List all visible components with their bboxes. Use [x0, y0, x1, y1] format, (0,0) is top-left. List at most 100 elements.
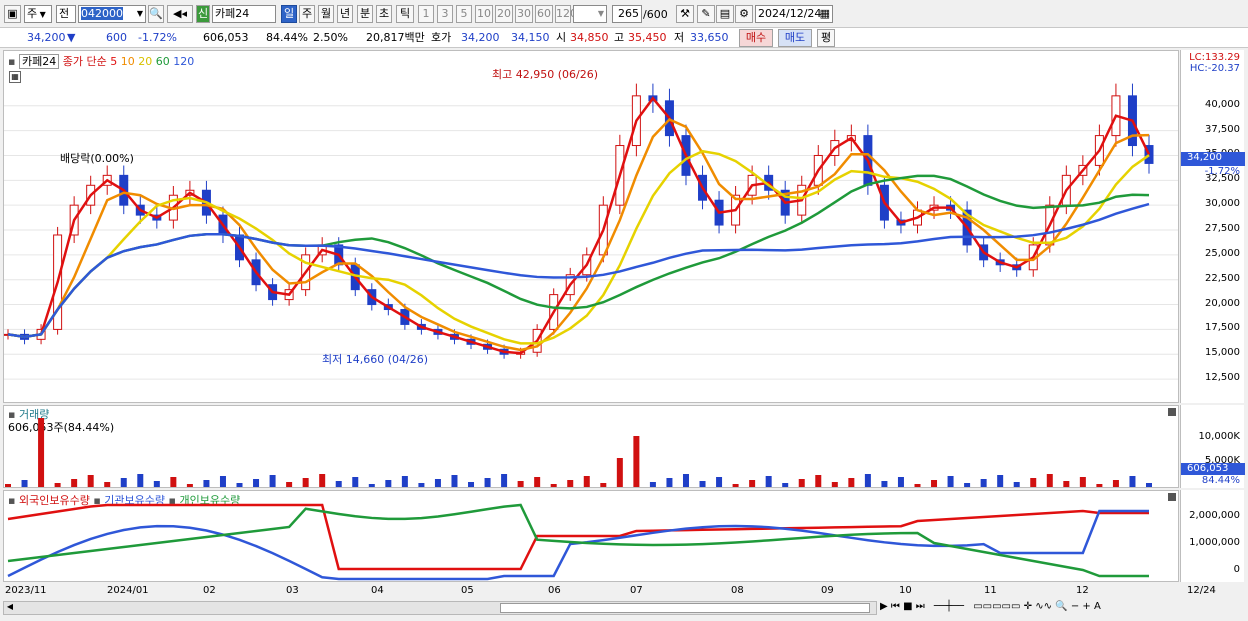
x-axis-label: 07 [630, 585, 643, 596]
holdings-panel[interactable]: ▪ 외국인보유수량 ▪ 기관보유수량 ▪ 개인보유수량 [3, 490, 1179, 582]
search-icon[interactable]: 🔍 [1055, 601, 1067, 612]
volume-bar [931, 480, 938, 487]
price-plot [4, 83, 1178, 380]
bid-1: 34,200 [461, 31, 500, 44]
volume-ratio: 84.44% [266, 31, 308, 44]
hold-tick-2m: 2,000,000 [1189, 510, 1240, 521]
interval-second[interactable]: 초 [376, 5, 392, 23]
x-axis-label: 06 [548, 585, 561, 596]
window-menu-icon[interactable]: ▣ [4, 5, 21, 23]
vol-tick-10000k: 10,000K [1198, 431, 1240, 442]
price-tick-label: 40,000 [1205, 98, 1240, 110]
interval-year[interactable]: 년 [337, 5, 353, 23]
minute-option-10[interactable]: 10 [475, 5, 493, 23]
interval-month[interactable]: 월 [318, 5, 334, 23]
gear-icon[interactable]: ⚙ [735, 5, 753, 23]
interval-tick[interactable]: 틱 [396, 5, 414, 23]
price-tick-label: 22,500 [1205, 272, 1240, 284]
tools-icon[interactable]: ⚒ [676, 5, 694, 23]
volume-bar [286, 482, 293, 487]
draw-icon[interactable]: ✎ [697, 5, 715, 23]
x-axis-label: 10 [899, 585, 912, 596]
period-type-select[interactable]: 주 ▼ [24, 5, 52, 23]
scroll-left-icon[interactable]: ◀ [4, 602, 16, 614]
volume-bar [1129, 476, 1136, 487]
volume-bar [1063, 481, 1070, 487]
current-price: 34,200 [27, 31, 66, 44]
price-tick-label: 37,500 [1205, 123, 1240, 135]
volume-bar [815, 475, 822, 487]
crosshair-icon[interactable]: ✛ [1024, 601, 1032, 612]
buy-button[interactable]: 매수 [739, 29, 773, 47]
x-axis-label: 05 [461, 585, 474, 596]
open-label: 시 [556, 31, 567, 44]
holdings-axis: 2,000,000 1,000,000 0 [1180, 490, 1244, 582]
font-icon[interactable]: A [1094, 601, 1101, 612]
date-input[interactable]: 2024/12/24 ▦ [755, 5, 833, 23]
minute-option-1[interactable]: 1 [418, 5, 434, 23]
search-icon[interactable]: 🔍 [148, 5, 164, 23]
price-chart-panel[interactable]: ▪ 카페24 종가 단순 5 10 20 60 120 ▦ 최고 42,950 … [3, 50, 1179, 403]
minute-option-3[interactable]: 3 [437, 5, 453, 23]
last-pct-tag: -1.72% [1204, 166, 1240, 177]
volume-bar [964, 483, 971, 487]
minute-option-20[interactable]: 20 [495, 5, 513, 23]
stock-name-field[interactable]: 카페24 [212, 5, 276, 23]
count-max: /600 [643, 8, 668, 21]
chevron-down-icon: ▼ [597, 9, 604, 18]
volume-bar [368, 484, 375, 487]
bid-2: 34,150 [511, 31, 550, 44]
interval-minute[interactable]: 분 [357, 5, 373, 23]
x-axis-label: 12 [1076, 585, 1089, 596]
quote-bar: 34,200 ▼ 600 -1.72% 606,053 84.44% 2.50%… [0, 28, 1248, 48]
stop-icon[interactable]: ■ [903, 601, 912, 612]
code-type-select[interactable]: 전 [56, 5, 76, 23]
ma-line-10 [7, 117, 1150, 352]
volume-bar [1079, 477, 1086, 487]
minute-option-5[interactable]: 5 [456, 5, 472, 23]
first-icon[interactable]: ⏮ [891, 601, 900, 612]
save-icon[interactable]: ▤ [716, 5, 734, 23]
volume-bar [1013, 482, 1020, 487]
wave-icon[interactable]: ∿∿ [1035, 601, 1052, 612]
plus-icon[interactable]: + [1082, 601, 1090, 612]
volume-bar [120, 478, 127, 487]
volume-bar [600, 483, 607, 487]
scroll-right-icon[interactable]: ▶ [880, 601, 888, 612]
volume-bar [87, 475, 94, 487]
volume-bar [1146, 483, 1152, 487]
scroll-thumb[interactable] [500, 603, 870, 613]
holdings-plot [7, 503, 1149, 581]
last-icon[interactable]: ⏭ [916, 601, 925, 612]
count-input[interactable]: 265 [612, 5, 642, 23]
volume-bar [468, 482, 475, 487]
volume-bar [203, 480, 210, 487]
volume-bar [236, 483, 243, 487]
open-value: 34,850 [570, 31, 609, 44]
minute-option-60[interactable]: 60 [535, 5, 553, 23]
speaker-icon[interactable]: ◀◂ [167, 5, 193, 23]
interval-week[interactable]: 주 [299, 5, 315, 23]
eval-button[interactable]: 평 [817, 29, 835, 47]
stock-code-input[interactable]: 042000 ▼ [78, 5, 146, 23]
volume-bar [104, 482, 111, 487]
hc-label: HC:-20.37 [1189, 63, 1240, 74]
price-tick-label: 12,500 [1205, 372, 1240, 384]
custom-interval-select[interactable]: ▼ [573, 5, 607, 23]
layout-icons[interactable]: ▭▭▭▭▭ [973, 601, 1020, 612]
volume-bar [484, 478, 491, 487]
sell-button[interactable]: 매도 [778, 29, 812, 47]
low-value: 33,650 [690, 31, 729, 44]
volume-bar [137, 474, 144, 487]
date-value: 2024/12/24 [758, 7, 822, 20]
volume-bar [5, 484, 11, 487]
minus-icon[interactable]: − [1071, 601, 1079, 612]
minute-option-30[interactable]: 30 [515, 5, 533, 23]
calendar-icon: ▦ [819, 7, 830, 20]
zoom-slider[interactable]: ──┼── [934, 601, 964, 612]
minute-option-120[interactable]: 120 [555, 5, 577, 23]
change-value: 600 [106, 31, 127, 44]
interval-day[interactable]: 일 [281, 5, 297, 23]
scrollbar[interactable]: ◀ [3, 601, 877, 615]
volume-panel[interactable]: ▪ 거래량 606,053주(84.44%) [3, 405, 1179, 488]
